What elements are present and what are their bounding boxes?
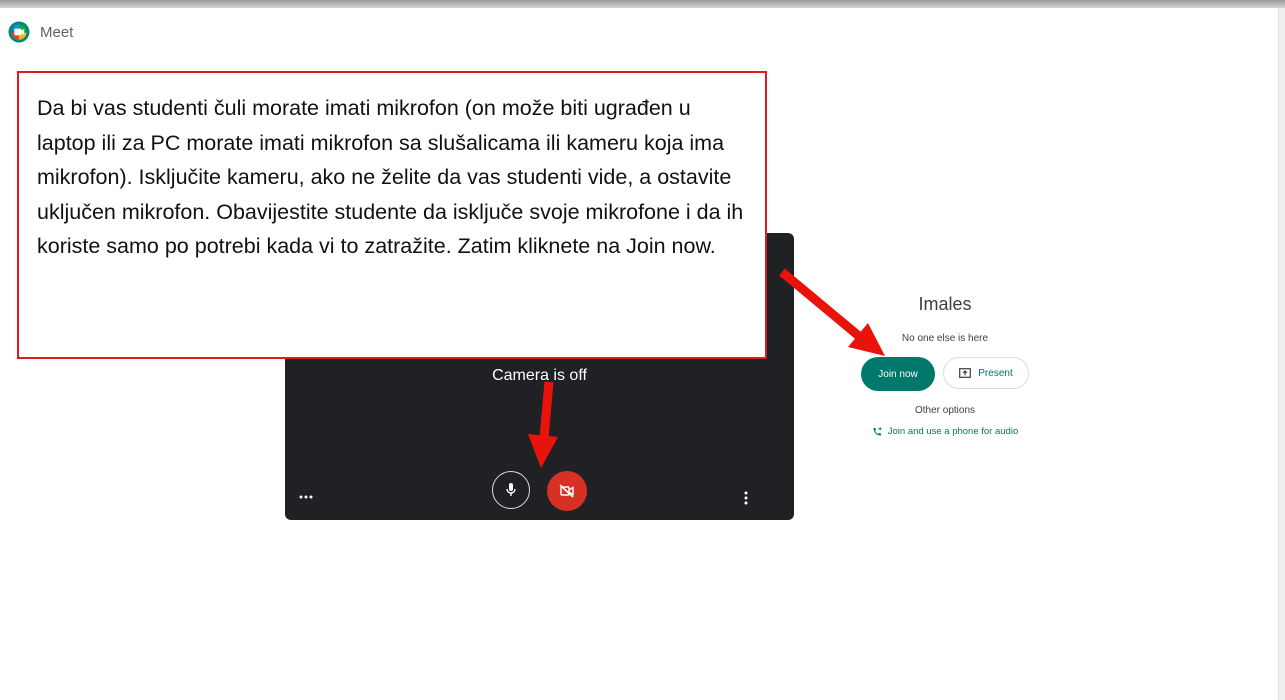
instruction-text: Da bi vas studenti čuli morate imati mik…	[37, 96, 744, 258]
join-now-button[interactable]: Join now	[861, 357, 935, 391]
instruction-callout: Da bi vas studenti čuli morate imati mik…	[17, 71, 767, 359]
phone-audio-label: Join and use a phone for audio	[887, 426, 1019, 437]
more-vert-icon[interactable]	[738, 490, 754, 506]
google-meet-logo-icon	[8, 21, 30, 43]
scrollbar[interactable]	[1278, 8, 1285, 700]
join-panel: Imales No one else is here Join now Pres…	[850, 290, 1040, 442]
meeting-name: Imales	[918, 294, 972, 314]
microphone-icon	[506, 483, 516, 496]
app-header: Meet	[8, 20, 73, 44]
camera-status-text: Camera is off	[492, 367, 587, 384]
phone-forwarded-icon	[873, 426, 882, 435]
microphone-toggle-button[interactable]	[492, 471, 530, 509]
window-top-edge	[0, 0, 1285, 8]
join-buttons-row: Join now Present	[850, 357, 1040, 391]
more-horiz-icon[interactable]	[299, 489, 313, 501]
screenshot-stage: Meet Camera is off Imales No one else is…	[0, 0, 1285, 700]
present-button-label: Present	[978, 367, 1013, 379]
present-button[interactable]: Present	[943, 357, 1029, 389]
present-to-all-icon	[959, 368, 972, 378]
participants-note: No one else is here	[901, 333, 989, 344]
phone-audio-link[interactable]: Join and use a phone for audio	[872, 426, 1018, 437]
camera-toggle-button[interactable]	[547, 471, 587, 511]
videocam-off-icon	[559, 484, 574, 498]
app-name: Meet	[40, 23, 74, 41]
other-options-label: Other options	[914, 405, 976, 416]
